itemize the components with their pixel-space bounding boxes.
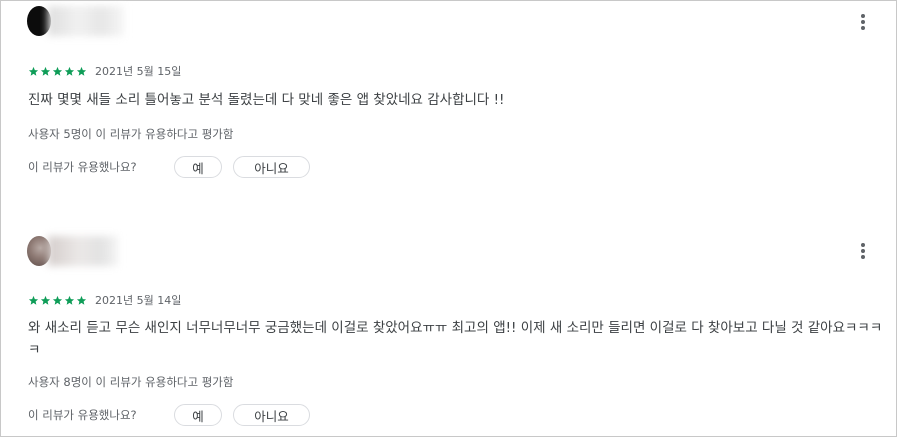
more-vert-icon[interactable] bbox=[853, 239, 873, 263]
star-icon bbox=[64, 66, 75, 76]
star-icon bbox=[76, 66, 87, 76]
star-icon bbox=[28, 295, 39, 305]
star-icon bbox=[64, 295, 75, 305]
star-icon bbox=[28, 66, 39, 76]
review-text: 와 새소리 듣고 무슨 새인지 너무너무너무 궁금했는데 이걸로 찾았어요ㅠㅠ … bbox=[28, 320, 883, 358]
rating-row: 2021년 5월 14일 bbox=[28, 292, 181, 308]
star-icon bbox=[52, 66, 63, 76]
star-rating bbox=[28, 66, 87, 77]
helpful-question: 이 리뷰가 유용했나요? bbox=[28, 160, 137, 174]
helpful-no-button[interactable]: 아니요 bbox=[233, 404, 310, 426]
review-date: 2021년 5월 14일 bbox=[95, 294, 182, 307]
star-icon bbox=[40, 295, 51, 305]
review-date: 2021년 5월 15일 bbox=[95, 65, 182, 78]
review-text: 진짜 몇몇 새들 소리 틀어놓고 분석 돌렸는데 다 맞네 좋은 앱 찾았네요 … bbox=[28, 92, 505, 108]
helpful-question: 이 리뷰가 유용했나요? bbox=[28, 408, 137, 422]
star-rating bbox=[28, 295, 87, 306]
helpful-count: 사용자 8명이 이 리뷰가 유용하다고 평가함 bbox=[28, 375, 234, 389]
helpful-question-row: 이 리뷰가 유용했나요? 예 아니요 bbox=[28, 403, 310, 427]
helpful-count: 사용자 5명이 이 리뷰가 유용하다고 평가함 bbox=[28, 127, 234, 141]
helpful-no-button[interactable]: 아니요 bbox=[233, 156, 310, 178]
rating-row: 2021년 5월 15일 bbox=[28, 63, 181, 79]
star-icon bbox=[40, 66, 51, 76]
more-vert-icon[interactable] bbox=[853, 10, 873, 34]
helpful-yes-button[interactable]: 예 bbox=[174, 156, 222, 178]
helpful-question-row: 이 리뷰가 유용했나요? 예 아니요 bbox=[28, 155, 310, 179]
star-icon bbox=[76, 295, 87, 305]
reviewer-name-redacted bbox=[48, 6, 124, 36]
helpful-yes-button[interactable]: 예 bbox=[174, 404, 222, 426]
reviewer-name-redacted bbox=[48, 236, 118, 266]
star-icon bbox=[52, 295, 63, 305]
